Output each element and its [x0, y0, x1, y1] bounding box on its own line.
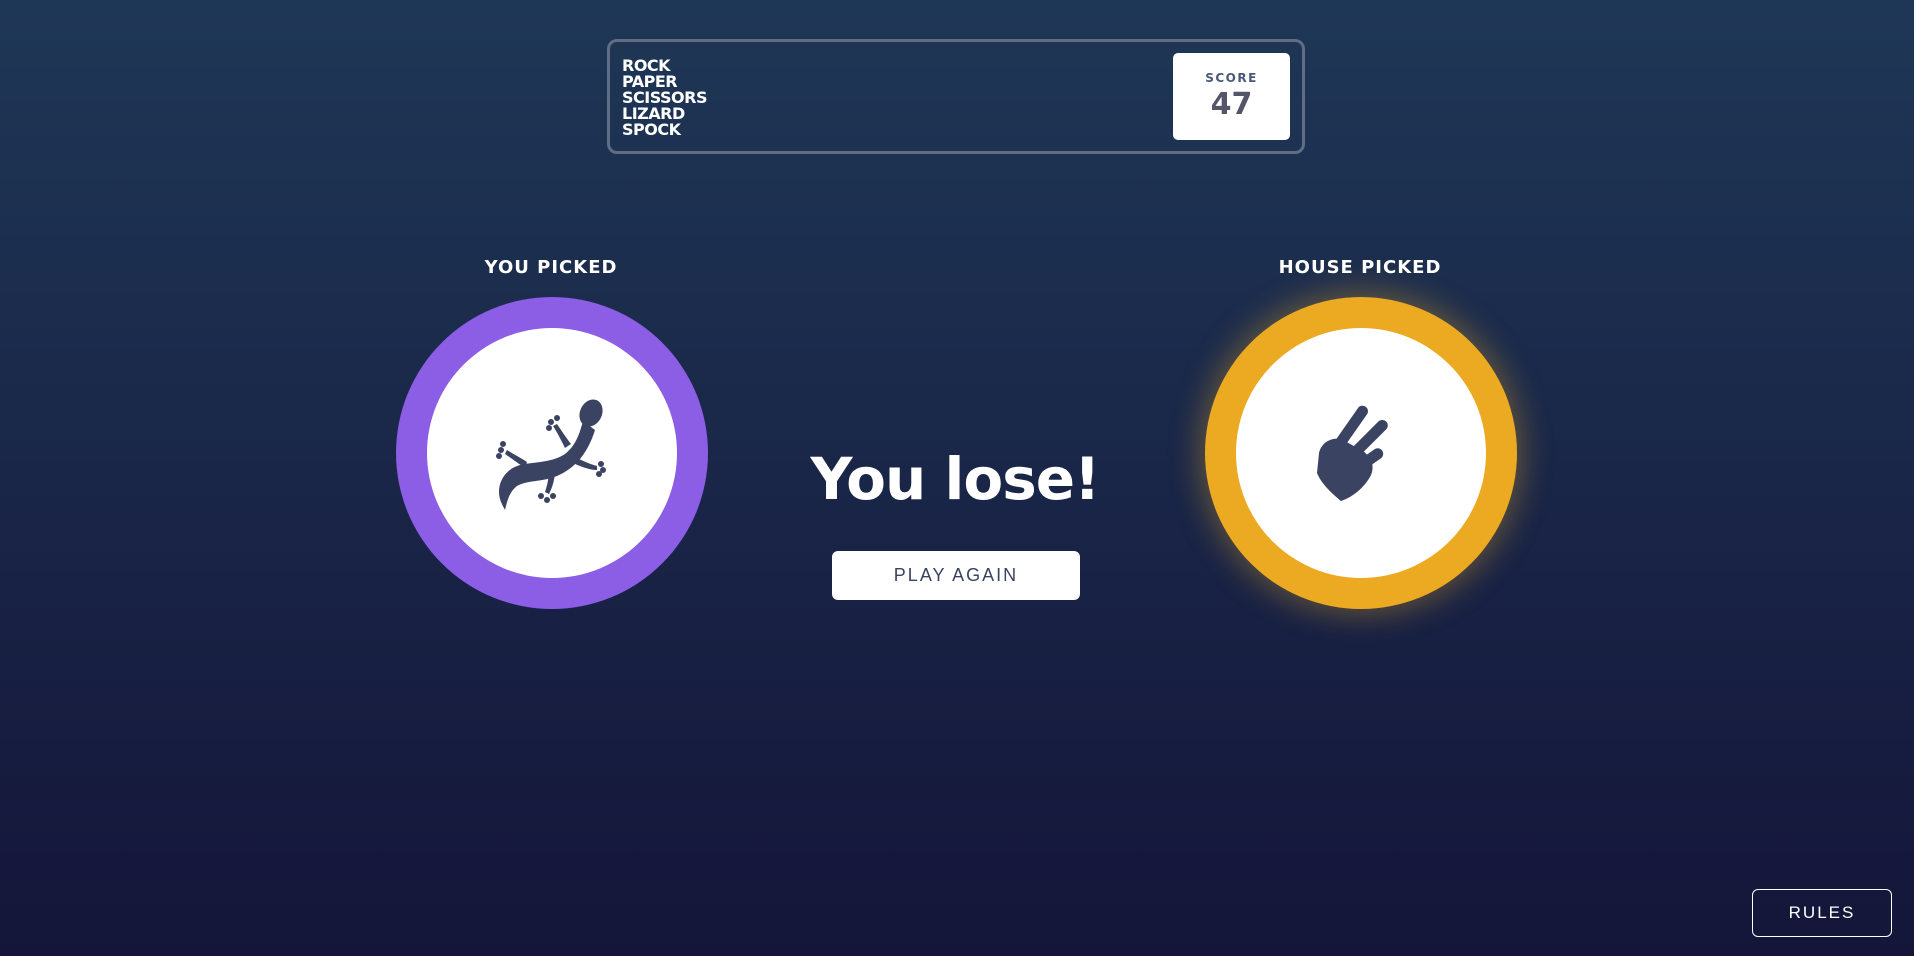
score-header: ROCK PAPER SCISSORS LIZARD SPOCK SCORE 4… [607, 39, 1305, 154]
player-pick-token-face [427, 328, 677, 578]
you-picked-title: YOU PICKED [484, 257, 618, 278]
game-logo: ROCK PAPER SCISSORS LIZARD SPOCK [622, 57, 708, 139]
logo-line-spock: SPOCK [622, 119, 681, 139]
result-message: You lose! [810, 445, 1100, 513]
score-label: SCORE [1205, 71, 1258, 85]
house-pick-token-face [1236, 328, 1486, 578]
player-pick-token [396, 297, 708, 609]
lizard-icon [496, 399, 606, 510]
house-picked-title: HOUSE PICKED [1278, 257, 1442, 278]
score-value: 47 [1210, 87, 1253, 122]
play-again-button[interactable]: PLAY AGAIN [832, 551, 1080, 600]
rules-button[interactable]: RULES [1752, 889, 1892, 937]
score-box: SCORE 47 [1173, 53, 1290, 140]
scissors-hand-icon [1317, 405, 1388, 501]
house-pick-token [1205, 297, 1517, 609]
